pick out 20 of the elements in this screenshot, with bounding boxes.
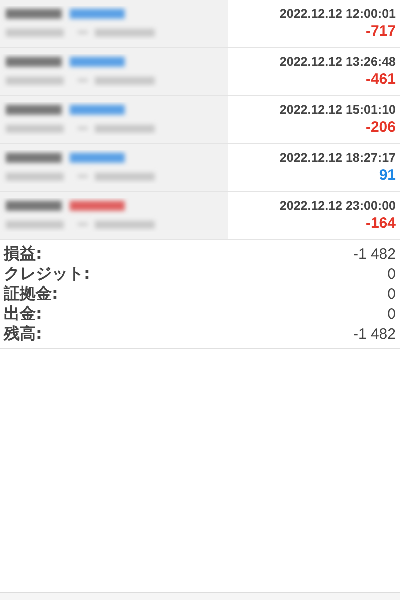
trade-profit: -717: [366, 23, 396, 40]
trade-profit: -206: [366, 119, 396, 136]
trade-time: 2022.12.12 12:00:01: [280, 7, 396, 21]
summary-value: 0: [388, 286, 396, 302]
summary-value: -1 482: [353, 246, 396, 262]
trade-time: 2022.12.12 15:01:10: [280, 103, 396, 117]
trade-time: 2022.12.12 23:00:00: [280, 199, 396, 213]
trade-profit: 91: [379, 167, 396, 184]
summary-value: -1 482: [353, 326, 396, 342]
trade-profit: -164: [366, 215, 396, 232]
trade-time: 2022.12.12 18:27:17: [280, 151, 396, 165]
summary-label: 損益:: [4, 244, 42, 264]
trade-profit: -461: [366, 71, 396, 88]
summary-label: 証拠金:: [4, 284, 58, 304]
summary-value: 0: [388, 306, 396, 322]
trade-time: 2022.12.12 13:26:48: [280, 55, 396, 69]
summary-label: クレジット:: [4, 264, 90, 284]
summary-label: 残高:: [4, 324, 42, 344]
summary-value: 0: [388, 266, 396, 282]
summary-label: 出金:: [4, 304, 42, 324]
